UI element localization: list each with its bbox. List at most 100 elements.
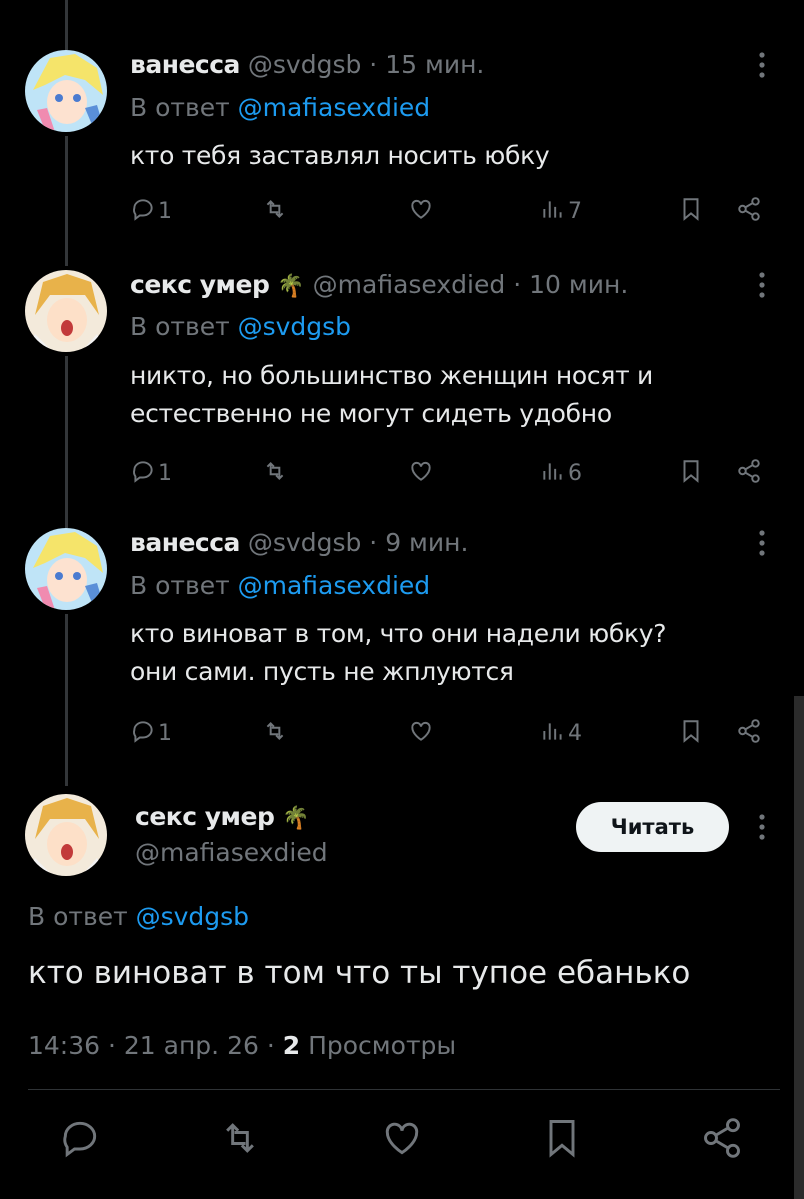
timestamp[interactable]: 9 мин.: [385, 528, 468, 557]
author-handle[interactable]: @mafiasexdied: [135, 838, 328, 868]
views-icon: [540, 718, 566, 748]
author-name[interactable]: ванесса: [130, 50, 240, 79]
more-icon[interactable]: [752, 270, 772, 300]
share-icon: [736, 718, 762, 748]
retweet-button[interactable]: [218, 1116, 262, 1164]
reply-button[interactable]: 1: [130, 196, 172, 226]
scrollbar[interactable]: [794, 696, 804, 1199]
share-button[interactable]: [700, 1116, 744, 1164]
avatar[interactable]: [25, 50, 107, 132]
tweet-text-line: естественно не могут сидеть удобно: [130, 399, 612, 428]
divider: [28, 1089, 780, 1090]
reply-icon: [58, 1121, 102, 1164]
author-name[interactable]: секс умер: [130, 270, 270, 299]
tweet-text: кто виноват в том, что они надели юбку? …: [130, 615, 667, 691]
thread-line-1: [65, 136, 68, 266]
timestamp[interactable]: 15 мин.: [385, 50, 484, 79]
author-handle[interactable]: @svdgsb: [248, 528, 361, 557]
share-button[interactable]: [736, 458, 762, 488]
views-count[interactable]: 2: [283, 1031, 300, 1060]
retweet-icon: [262, 458, 288, 488]
reply-count: 1: [158, 198, 172, 224]
views-button[interactable]: 7: [540, 196, 582, 226]
bookmark-icon: [678, 196, 704, 226]
reply-context: В ответ @svdgsb: [28, 902, 249, 932]
main-tweet-text: кто виноват в том что ты тупое ебанько: [28, 955, 691, 991]
share-icon: [736, 458, 762, 488]
reply-context: В ответ @mafiasexdied: [130, 571, 430, 601]
author-handle[interactable]: @svdgsb: [248, 50, 361, 79]
views-count: 4: [568, 720, 582, 746]
post-timestamp[interactable]: 14:36 · 21 апр. 26 ·: [28, 1031, 275, 1060]
bookmark-button[interactable]: [678, 458, 704, 488]
share-icon: [700, 1118, 744, 1164]
reply-count: 1: [158, 460, 172, 486]
thread-line-2: [65, 356, 68, 528]
tweet-text-line: они сами. пусть не жплуются: [130, 657, 514, 686]
reply-icon: [130, 196, 156, 226]
avatar[interactable]: [25, 270, 107, 352]
bookmark-button[interactable]: [678, 196, 704, 226]
more-icon[interactable]: [752, 812, 772, 842]
thread-line-top: [65, 0, 68, 50]
like-icon: [408, 196, 434, 226]
reply-prefix: В ответ: [130, 312, 230, 341]
like-icon: [380, 1122, 424, 1164]
retweet-icon: [262, 718, 288, 748]
reply-prefix: В ответ: [28, 902, 128, 931]
share-button[interactable]: [736, 718, 762, 748]
like-button[interactable]: [380, 1116, 424, 1164]
views-label[interactable]: Просмотры: [308, 1031, 456, 1060]
views-button[interactable]: 4: [540, 718, 582, 748]
reply-icon: [130, 458, 156, 488]
follow-button[interactable]: Читать: [576, 802, 729, 852]
reply-mention-link[interactable]: @svdgsb: [238, 312, 351, 341]
like-button[interactable]: [408, 718, 434, 748]
retweet-button[interactable]: [262, 458, 288, 488]
reply-context: В ответ @mafiasexdied: [130, 93, 430, 123]
reply-button[interactable]: 1: [130, 718, 172, 748]
timestamp[interactable]: 10 мин.: [529, 270, 628, 299]
bookmark-button[interactable]: [540, 1116, 584, 1164]
author-name[interactable]: секс умер: [135, 802, 275, 831]
author-name[interactable]: ванесса: [130, 528, 240, 557]
share-button[interactable]: [736, 196, 762, 226]
reply-mention-link[interactable]: @mafiasexdied: [238, 93, 431, 122]
bookmark-button[interactable]: [678, 718, 704, 748]
author-handle[interactable]: @mafiasexdied: [313, 270, 506, 299]
separator: ·: [369, 50, 378, 79]
like-button[interactable]: [408, 196, 434, 226]
avatar[interactable]: [25, 794, 107, 876]
reply-prefix: В ответ: [130, 571, 230, 600]
reply-context: В ответ @svdgsb: [130, 312, 351, 342]
tweet-text-line: кто виноват в том, что они надели юбку?: [130, 619, 667, 648]
retweet-button[interactable]: [262, 718, 288, 748]
views-icon: [540, 458, 566, 488]
reply-button[interactable]: 1: [130, 458, 172, 488]
tweet-text-line: никто, но большинство женщин носят и: [130, 361, 653, 390]
avatar[interactable]: [25, 528, 107, 610]
like-icon: [408, 458, 434, 488]
retweet-button[interactable]: [262, 196, 288, 226]
retweet-icon: [218, 1123, 262, 1164]
views-button[interactable]: 6: [540, 458, 582, 488]
bookmark-icon: [540, 1120, 584, 1164]
tweet-text: кто тебя заставлял носить юбку: [130, 137, 550, 175]
reply-count: 1: [158, 720, 172, 746]
tweet-text: никто, но большинство женщин носят и ест…: [130, 357, 653, 433]
views-count: 6: [568, 460, 582, 486]
reply-prefix: В ответ: [130, 93, 230, 122]
retweet-icon: [262, 196, 288, 226]
separator: ·: [513, 270, 522, 299]
reply-mention-link[interactable]: @svdgsb: [136, 902, 249, 931]
reply-icon: [130, 718, 156, 748]
more-icon[interactable]: [752, 50, 772, 80]
thread-line-3: [65, 614, 68, 786]
separator: ·: [369, 528, 378, 557]
like-button[interactable]: [408, 458, 434, 488]
reply-button[interactable]: [58, 1116, 102, 1164]
reply-mention-link[interactable]: @mafiasexdied: [238, 571, 431, 600]
views-count: 7: [568, 198, 582, 224]
like-icon: [408, 718, 434, 748]
more-icon[interactable]: [752, 528, 772, 558]
